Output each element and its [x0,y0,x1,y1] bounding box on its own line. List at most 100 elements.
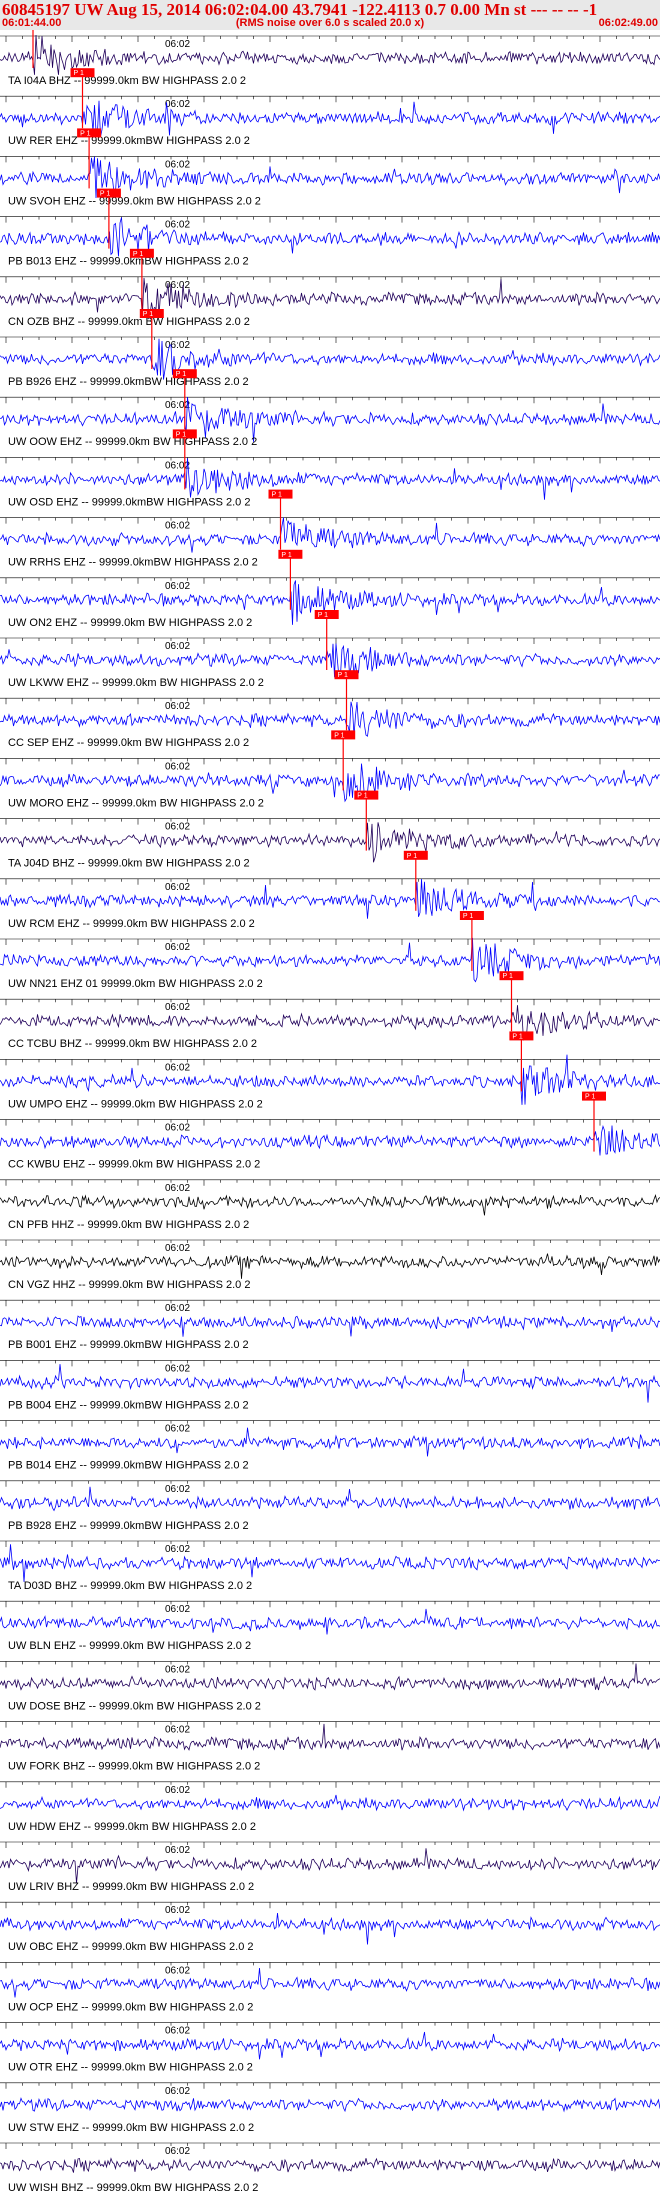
tick-label: 06:02 [165,1544,190,1555]
tick-label: 06:02 [165,220,190,231]
tick-label: 06:02 [165,1062,190,1073]
station-label: TA I04A BHZ -- 99999.0km BW HIGHPASS 2.0… [8,75,246,87]
tick-label: 06:02 [165,1303,190,1314]
waveform [0,1663,660,1691]
tick-label: 06:02 [165,1965,190,1976]
tick-label: 06:02 [165,641,190,652]
tick-label: 06:02 [165,1604,190,1615]
rms-note: (RMS noise over 6.0 s scaled 20.0 x) [235,17,425,29]
tick-label: 06:02 [165,701,190,712]
tick-label: 06:02 [165,1002,190,1013]
station-label: CC TCBU BHZ -- 99999.0km BW HIGHPASS 2.0… [8,1038,257,1050]
waveform [0,1364,660,1403]
waveform [0,1194,660,1216]
station-label: UW HDW EHZ -- 99999.0km BW HIGHPASS 2.0 … [8,1821,256,1833]
station-label: UW NN21 EHZ 01 99999.0km BW HIGHPASS 2.0… [8,978,263,990]
tick-label: 06:02 [165,1484,190,1495]
seismogram-plot: 06:02P 1TA I04A BHZ -- 99999.0km BW HIGH… [0,30,660,2194]
waveform [0,1913,660,1945]
tick-label: 06:02 [165,1725,190,1736]
tick-label: 06:02 [165,882,190,893]
waveform [0,1054,660,1105]
pick-label: P 1 [80,130,90,137]
pick-label: P 1 [503,973,513,980]
waveform [0,822,660,863]
station-label: UW RER EHZ -- 99999.0kmBW HIGHPASS 2.0 2 [8,135,250,147]
waveform [0,1608,660,1635]
tick-label: 06:02 [165,1183,190,1194]
pick-label: P 1 [272,492,282,499]
tick-label: 06:02 [165,1845,190,1856]
waveform [0,878,660,919]
waveform [0,338,660,380]
tick-label: 06:02 [165,1363,190,1374]
waveform [0,2157,660,2173]
waveform [0,217,660,257]
station-label: UW MORO EHZ -- 99999.0km BW HIGHPASS 2.0… [8,797,264,809]
pick-label: P 1 [281,552,291,559]
station-label: PB B926 EHZ -- 99999.0kmBW HIGHPASS 2.0 … [8,376,249,388]
waveform [0,1005,660,1041]
waveform [0,1486,660,1512]
waveform [0,396,660,442]
pick-label: P 1 [176,431,186,438]
station-label: CN VGZ HHZ -- 99999.0km BW HIGHPASS 2.0 … [8,1279,250,1291]
pick-label: P 1 [512,1033,522,1040]
station-label: UW LRIV BHZ -- 99999.0km BW HIGHPASS 2.0… [8,1881,254,1893]
waveform [0,1315,660,1337]
tick-label: 06:02 [165,521,190,532]
waveform [0,1848,660,1884]
station-label: UW UMPO EHZ -- 99999.0km BW HIGHPASS 2.0… [8,1098,263,1110]
station-label: UW DOSE BHZ -- 99999.0km BW HIGHPASS 2.0… [8,1700,261,1712]
waveform [0,1723,660,1751]
tick-label: 06:02 [165,1123,190,1134]
station-label: UW LKWW EHZ -- 99999.0km BW HIGHPASS 2.0… [8,677,264,689]
station-label: TA D03D BHZ -- 99999.0km BW HIGHPASS 2.0… [8,1580,252,1592]
station-label: UW RCM EHZ -- 99999.0km BW HIGHPASS 2.0 … [8,918,255,930]
station-label: PB B014 EHZ -- 99999.0kmBW HIGHPASS 2.0 … [8,1460,249,1472]
waveform [0,277,660,320]
pick-label: P 1 [338,672,348,679]
station-label: PB B004 EHZ -- 99999.0kmBW HIGHPASS 2.0 … [8,1399,249,1411]
station-label: UW STW EHZ -- 99999.0km BW HIGHPASS 2.0 … [8,2122,254,2134]
tick-label: 06:02 [165,159,190,170]
waveform [0,1427,660,1457]
station-label: UW RRHS EHZ -- 99999.0kmBW HIGHPASS 2.0 … [8,557,258,569]
pick-label: P 1 [463,913,473,920]
pick-label: P 1 [176,371,186,378]
station-label: CC SEP EHZ -- 99999.0km BW HIGHPASS 2.0 … [8,737,249,749]
waveform [0,1794,660,1812]
station-label: UW OCP EHZ -- 99999.0km BW HIGHPASS 2.0 … [8,2001,253,2013]
waveform [0,643,660,680]
tick-label: 06:02 [165,1243,190,1254]
tick-label: 06:02 [165,2026,190,2037]
station-label: CN PFB HHZ -- 99999.0km BW HIGHPASS 2.0 … [8,1219,249,1231]
station-label: UW OBC EHZ -- 99999.0km BW HIGHPASS 2.0 … [8,1941,254,1953]
tick-label: 06:02 [165,942,190,953]
waveform [0,1967,660,1998]
pick-label: P 1 [143,311,153,318]
station-label: UW OOW EHZ -- 99999.0km BW HIGHPASS 2.0 … [8,436,257,448]
pick-label: P 1 [357,793,367,800]
tick-label: 06:02 [165,280,190,291]
pick-label: P 1 [100,191,110,198]
pick-label: P 1 [74,70,84,77]
waveform [0,701,660,737]
station-label: UW OSD EHZ -- 99999.0kmBW HIGHPASS 2.0 2 [8,496,250,508]
pick-label: P 1 [407,853,417,860]
station-label: UW ON2 EHZ -- 99999.0km BW HIGHPASS 2.0 … [8,617,252,629]
station-label: UW FORK BHZ -- 99999.0km BW HIGHPASS 2.0… [8,1761,260,1773]
tick-label: 06:02 [165,99,190,110]
tick-label: 06:02 [165,2086,190,2097]
tick-label: 06:02 [165,1664,190,1675]
waveform [0,937,660,983]
tick-label: 06:02 [165,822,190,833]
tick-label: 06:02 [165,2146,190,2157]
tick-label: 06:02 [165,761,190,772]
station-label: UW OTR EHZ -- 99999.0km BW HIGHPASS 2.0 … [8,2062,253,2074]
pick-label: P 1 [133,251,143,258]
waveform [0,2031,660,2060]
station-label: UW SVOH EHZ -- 99999.0km BW HIGHPASS 2.0… [8,195,261,207]
pick-label: P 1 [334,732,344,739]
station-label: UW BLN EHZ -- 99999.0km BW HIGHPASS 2.0 … [8,1640,251,1652]
